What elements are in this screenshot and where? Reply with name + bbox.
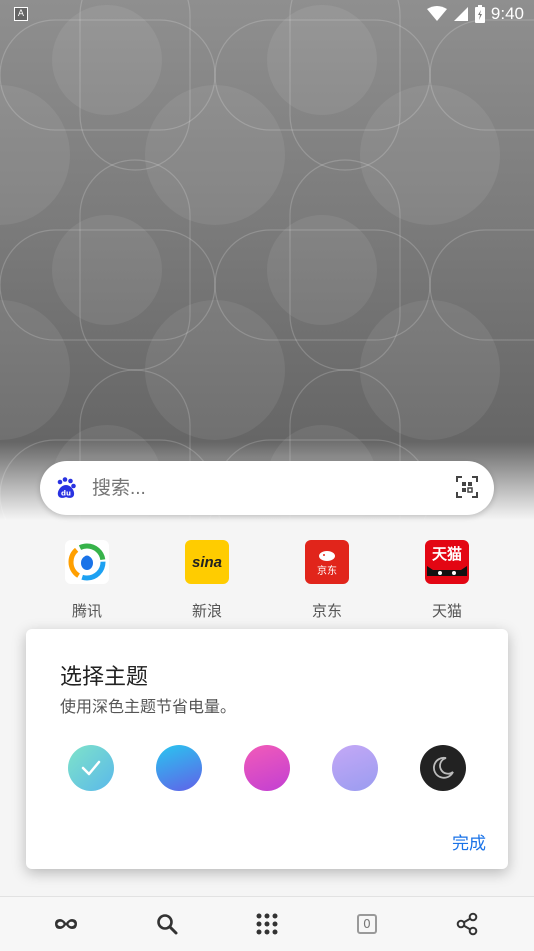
search-bar[interactable]: du [40,461,494,517]
tabs-icon: 0 [357,914,377,934]
dialog-title: 选择主题 [60,665,149,690]
tabs-button[interactable]: 0 [337,897,397,951]
shortcut-sina[interactable]: sina 新浪 [147,540,267,621]
shortcut-tmall[interactable]: 天猫 天猫 [387,540,507,621]
status-bar: A 9:40 [0,0,534,28]
baidu-logo-icon: du [57,477,76,498]
share-button[interactable] [437,897,497,951]
theme-swatch-teal[interactable] [68,745,114,791]
apps-grid-icon [256,913,278,935]
tmall-logo: 天猫 [425,540,469,584]
tmall-cat-icon [427,566,467,576]
shortcut-label: 腾讯 [71,602,102,620]
bottom-toolbar: 0 [0,896,534,951]
svg-text:du: du [61,490,71,498]
search-input[interactable] [90,461,434,517]
theme-swatch-dark[interactable] [420,745,466,791]
moon-icon [433,756,454,779]
signal-icon [453,7,468,21]
apps-button[interactable] [237,897,297,951]
tencent-news-logo [65,540,109,584]
battery-icon [474,5,485,23]
search-icon [157,914,178,935]
jd-logo: 京东 [305,540,349,584]
shortcut-grid: 腾讯 sina 新浪 京东 京东 天猫 天猫 [0,540,534,630]
shortcut-label: 天猫 [431,602,462,620]
theme-swatch-purple[interactable] [332,745,378,791]
shortcut-label: 新浪 [191,602,222,620]
theme-swatch-blue[interactable] [156,745,202,791]
share-icon [456,912,478,936]
qr-scan-icon[interactable] [456,476,478,498]
status-time: 9:40 [490,4,524,23]
shortcut-label: 京东 [311,602,342,620]
check-icon [81,760,101,776]
theme-swatch-pink[interactable] [244,745,290,791]
incognito-icon [55,919,77,929]
shortcut-jd[interactable]: 京东 京东 [267,540,387,621]
shortcut-tencent[interactable]: 腾讯 [27,540,147,621]
jd-dog-icon [319,550,335,561]
hero-pattern [0,0,534,520]
dialog-subtitle: 使用深色主题节省电量。 [60,697,237,716]
done-button[interactable]: 完成 [448,825,490,858]
notification-icon: A [14,7,28,21]
hero-background [0,0,534,520]
sina-logo: sina [185,540,229,584]
wifi-icon [426,6,447,21]
theme-dialog: 选择主题 使用深色主题节省电量。 完成 [26,629,508,869]
incognito-button[interactable] [36,897,96,951]
tab-count: 0 [363,917,371,931]
search-button[interactable] [137,897,197,951]
